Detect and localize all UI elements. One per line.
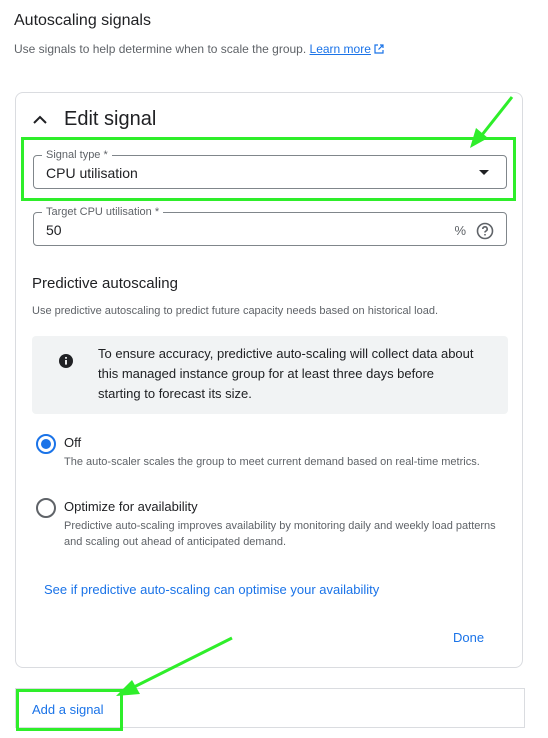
arrow-to-add-signal [116,636,233,696]
annotation-arrows [116,96,514,696]
arrow-to-signal-type [470,96,514,148]
